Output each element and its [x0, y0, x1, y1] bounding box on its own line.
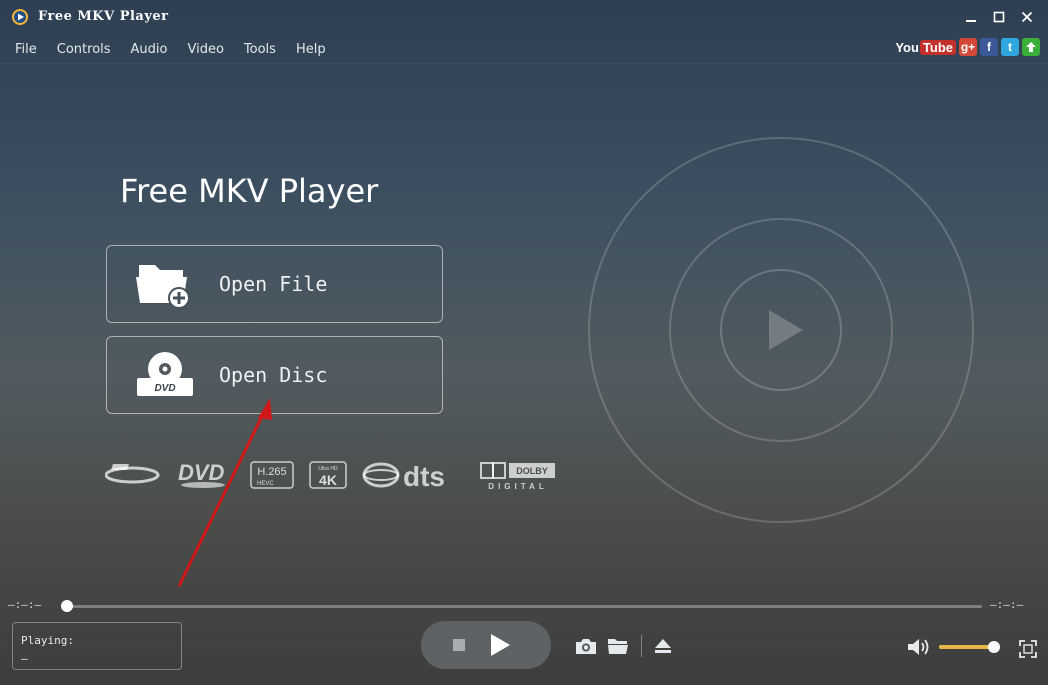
bluray-logo — [105, 464, 160, 484]
social-links: You Tube g+ f t — [895, 38, 1040, 56]
volume-handle[interactable] — [988, 641, 1001, 653]
app-logo-icon — [12, 9, 28, 25]
fullscreen-icon — [1019, 640, 1037, 658]
open-file-button[interactable]: Open File — [106, 245, 443, 323]
volume-control — [907, 638, 1001, 656]
toolbar-separator — [641, 635, 642, 657]
total-time: —:—:— — [990, 598, 1024, 611]
google-plus-button[interactable]: g+ — [959, 38, 977, 56]
menu-file[interactable]: File — [8, 41, 44, 59]
volume-slider[interactable] — [939, 641, 1001, 653]
twitter-button[interactable]: t — [1001, 38, 1019, 56]
open-file-label: Open File — [219, 272, 328, 296]
close-button[interactable] — [1016, 8, 1038, 26]
stop-icon — [453, 639, 465, 651]
speaker-icon — [908, 639, 929, 655]
svg-text:DOLBY: DOLBY — [516, 466, 548, 476]
eject-button[interactable] — [654, 637, 672, 655]
playing-info: Playing: — — [12, 622, 182, 670]
youtube-you-text: You — [895, 39, 919, 55]
disc-icon: DVD — [137, 352, 193, 396]
youtube-button[interactable]: You Tube — [895, 38, 956, 56]
update-button[interactable] — [1022, 38, 1040, 56]
title-bar: Free MKV Player — [0, 0, 1048, 34]
play-rings-graphic — [588, 137, 974, 523]
menu-audio[interactable]: Audio — [124, 41, 175, 59]
tool-buttons — [575, 635, 672, 657]
twitter-icon: t — [1008, 40, 1012, 54]
stop-button[interactable] — [453, 639, 465, 651]
format-logos: DVD H.265 HEVC Ultra HD 4K dts DOLBY DIG… — [105, 460, 555, 492]
menu-controls[interactable]: Controls — [50, 41, 118, 59]
seek-handle[interactable] — [61, 600, 73, 612]
hevc-logo: H.265 HEVC — [250, 461, 294, 489]
dvd-badge-text: DVD — [154, 383, 175, 394]
transport-controls — [421, 621, 551, 669]
playing-value: — — [21, 652, 28, 665]
svg-text:DVD: DVD — [178, 460, 225, 485]
open-folder-button[interactable] — [607, 637, 629, 655]
upload-arrow-icon — [1026, 42, 1036, 52]
maximize-icon — [993, 11, 1005, 23]
dolby-logo: DOLBY DIGITAL — [480, 462, 555, 491]
open-disc-button[interactable]: DVD Open Disc — [106, 336, 443, 414]
youtube-tube-text: Tube — [919, 39, 956, 55]
svg-text:dts: dts — [403, 461, 445, 492]
menu: File Controls Audio Video Tools Help — [8, 41, 339, 59]
seek-bar[interactable] — [66, 605, 982, 608]
menu-bar: File Controls Audio Video Tools Help You… — [0, 36, 1048, 64]
fullscreen-button[interactable] — [1019, 640, 1037, 658]
facebook-button[interactable]: f — [980, 38, 998, 56]
dts-logo: dts — [362, 461, 445, 492]
folder-icon — [608, 639, 628, 654]
snapshot-button[interactable] — [575, 637, 597, 655]
hero-title: Free MKV Player — [120, 172, 379, 210]
window-title: Free MKV Player — [38, 9, 169, 24]
minimize-icon — [966, 20, 976, 22]
eject-icon — [655, 639, 671, 653]
window-controls — [960, 8, 1038, 26]
minimize-button[interactable] — [960, 8, 982, 26]
play-icon — [769, 310, 803, 350]
play-button[interactable] — [489, 633, 511, 657]
dvd-logo: DVD — [178, 460, 225, 488]
menu-video[interactable]: Video — [180, 41, 230, 59]
svg-text:HEVC: HEVC — [257, 481, 274, 487]
volume-fill — [939, 645, 995, 649]
svg-text:H.265: H.265 — [257, 466, 286, 478]
close-icon — [1021, 11, 1033, 23]
playing-label: Playing: — [21, 634, 74, 647]
menu-help[interactable]: Help — [289, 41, 333, 59]
seek-bar-row: —:—:— —:—:— — [0, 596, 1048, 616]
facebook-icon: f — [987, 40, 991, 54]
camera-icon — [576, 639, 596, 654]
open-disc-label: Open Disc — [219, 363, 328, 387]
svg-text:4K: 4K — [319, 472, 337, 488]
4k-logo: Ultra HD 4K — [309, 461, 347, 489]
menu-tools[interactable]: Tools — [237, 41, 283, 59]
google-plus-icon: g+ — [960, 40, 976, 54]
svg-text:DIGITAL: DIGITAL — [488, 482, 547, 491]
maximize-button[interactable] — [988, 8, 1010, 26]
folder-add-icon — [136, 265, 190, 309]
elapsed-time: —:—:— — [8, 598, 42, 611]
mute-button[interactable] — [907, 638, 931, 656]
play-icon — [491, 634, 510, 656]
